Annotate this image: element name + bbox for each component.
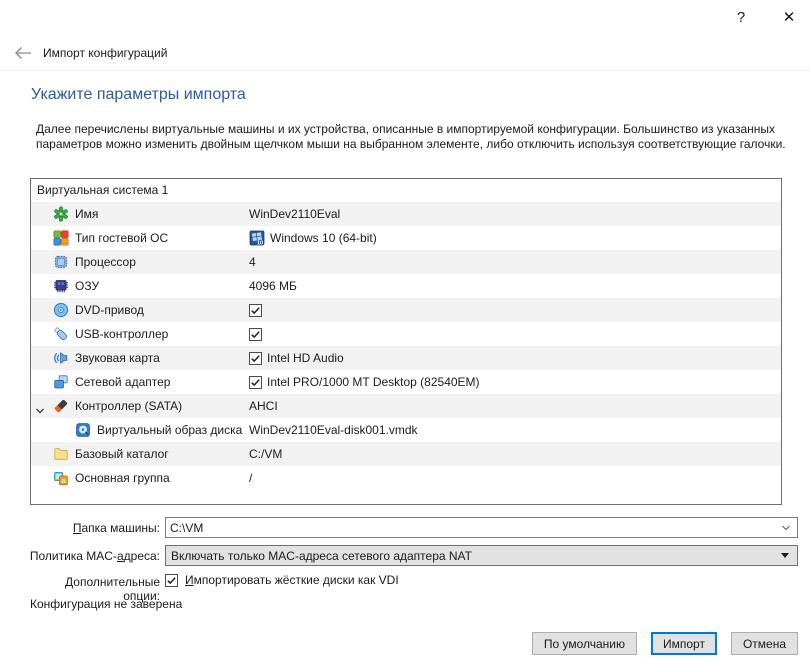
mac-policy-value: Включать только MAC-адреса сетевого адап… <box>166 549 781 563</box>
chevron-down-icon[interactable] <box>780 522 792 534</box>
footer-buttons: По умолчанию Импорт Отмена <box>532 632 798 655</box>
row-value: Intel HD Audio <box>267 351 344 365</box>
dropdown-arrow-icon <box>781 553 789 558</box>
table-row-sata-controller[interactable]: Контроллер (SATA) AHCI <box>31 394 781 418</box>
machine-folder-value: C:\VM <box>166 521 780 535</box>
vm-name-icon <box>53 206 69 222</box>
row-value: AHCI <box>249 399 278 413</box>
usb-icon <box>53 326 69 342</box>
ram-icon <box>53 278 69 294</box>
help-button[interactable]: ? <box>728 5 754 29</box>
machine-folder-label: Папка машины: <box>28 521 160 535</box>
row-value: Windows 10 (64-bit) <box>270 231 377 245</box>
cpu-icon <box>53 254 69 270</box>
machine-folder-combobox[interactable]: C:\VM <box>165 517 798 538</box>
row-value: 4 <box>249 255 256 269</box>
table-header: Виртуальная система 1 <box>31 179 781 202</box>
os-type-icon <box>53 230 69 246</box>
usb-checkbox[interactable] <box>249 328 262 341</box>
back-arrow-icon[interactable] <box>14 46 32 60</box>
group-icon: a <box>53 470 69 486</box>
mac-policy-label: Политика MAC-адреса: <box>28 549 160 563</box>
svg-text:10: 10 <box>257 240 263 246</box>
row-value: WinDev2110Eval <box>249 207 340 221</box>
row-label: Имя <box>75 207 98 221</box>
table-row-disk-image[interactable]: Виртуальный образ диска WinDev2110Eval-d… <box>31 418 781 442</box>
table-row-os-type[interactable]: Тип гостевой ОС 10 Windows 10 (64-bit) <box>31 226 781 250</box>
page-title: Укажите параметры импорта <box>31 86 246 104</box>
wizard-header: Импорт конфигураций <box>14 46 167 60</box>
table-row-usb[interactable]: USB-контроллер <box>31 322 781 346</box>
row-label: Тип гостевой ОС <box>75 231 168 245</box>
network-icon <box>53 374 69 390</box>
import-as-vdi-label[interactable]: Импортировать жёсткие диски как VDI <box>185 573 399 587</box>
mac-policy-dropdown[interactable]: Включать только MAC-адреса сетевого адап… <box>165 545 798 566</box>
disk-image-icon <box>75 422 91 438</box>
table-row-primary-group[interactable]: a Основная группа / <box>31 466 781 490</box>
defaults-button[interactable]: По умолчанию <box>532 632 637 655</box>
sata-icon <box>53 398 69 414</box>
page-description: Далее перечислены виртуальные машины и и… <box>36 122 793 152</box>
row-value: Intel PRO/1000 MT Desktop (82540EM) <box>267 375 480 389</box>
close-button[interactable]: ✕ <box>776 5 802 29</box>
cancel-button[interactable]: Отмена <box>731 632 798 655</box>
row-label: Контроллер (SATA) <box>75 399 182 413</box>
table-row-base-folder[interactable]: Базовый каталог C:/VM <box>31 442 781 466</box>
table-row-ram[interactable]: ОЗУ 4096 МБ <box>31 274 781 298</box>
row-label: DVD-привод <box>75 303 144 317</box>
table-row-cpu[interactable]: Процессор 4 <box>31 250 781 274</box>
row-value: 4096 МБ <box>249 279 297 293</box>
import-appliance-dialog: ? ✕ Импорт конфигураций Укажите параметр… <box>0 0 810 664</box>
table-row-name[interactable]: Имя WinDev2110Eval <box>31 202 781 226</box>
dvd-checkbox[interactable] <box>249 304 262 317</box>
header-separator <box>0 70 810 71</box>
row-label: ОЗУ <box>75 279 99 293</box>
signature-note: Конфигурация не заверена <box>30 597 182 611</box>
windows10-icon: 10 <box>249 230 265 246</box>
table-row-dvd[interactable]: DVD-привод <box>31 298 781 322</box>
row-label: Основная группа <box>75 471 170 485</box>
table-row-audio[interactable]: Звуковая карта Intel HD Audio <box>31 346 781 370</box>
row-label: Процессор <box>75 255 136 269</box>
row-label: Базовый каталог <box>75 447 169 461</box>
vm-settings-table: Виртуальная система 1 Имя WinDev2110Eval… <box>30 178 782 505</box>
network-checkbox[interactable] <box>249 376 262 389</box>
audio-icon <box>53 350 69 366</box>
row-label: USB-контроллер <box>75 327 168 341</box>
row-value: / <box>249 471 252 485</box>
folder-icon <box>53 446 69 462</box>
chevron-down-icon[interactable] <box>35 405 45 419</box>
table-row-network[interactable]: Сетевой адаптер Intel PRO/1000 MT Deskto… <box>31 370 781 394</box>
wizard-title: Импорт конфигураций <box>43 46 167 60</box>
row-value: C:/VM <box>249 447 282 461</box>
import-button[interactable]: Импорт <box>651 632 717 655</box>
audio-checkbox[interactable] <box>249 352 262 365</box>
row-label: Сетевой адаптер <box>75 375 170 389</box>
row-label: Виртуальный образ диска <box>97 423 242 437</box>
dvd-icon <box>53 302 69 318</box>
row-label: Звуковая карта <box>75 351 160 365</box>
row-value: WinDev2110Eval-disk001.vmdk <box>249 423 418 437</box>
import-as-vdi-checkbox[interactable] <box>165 574 178 587</box>
